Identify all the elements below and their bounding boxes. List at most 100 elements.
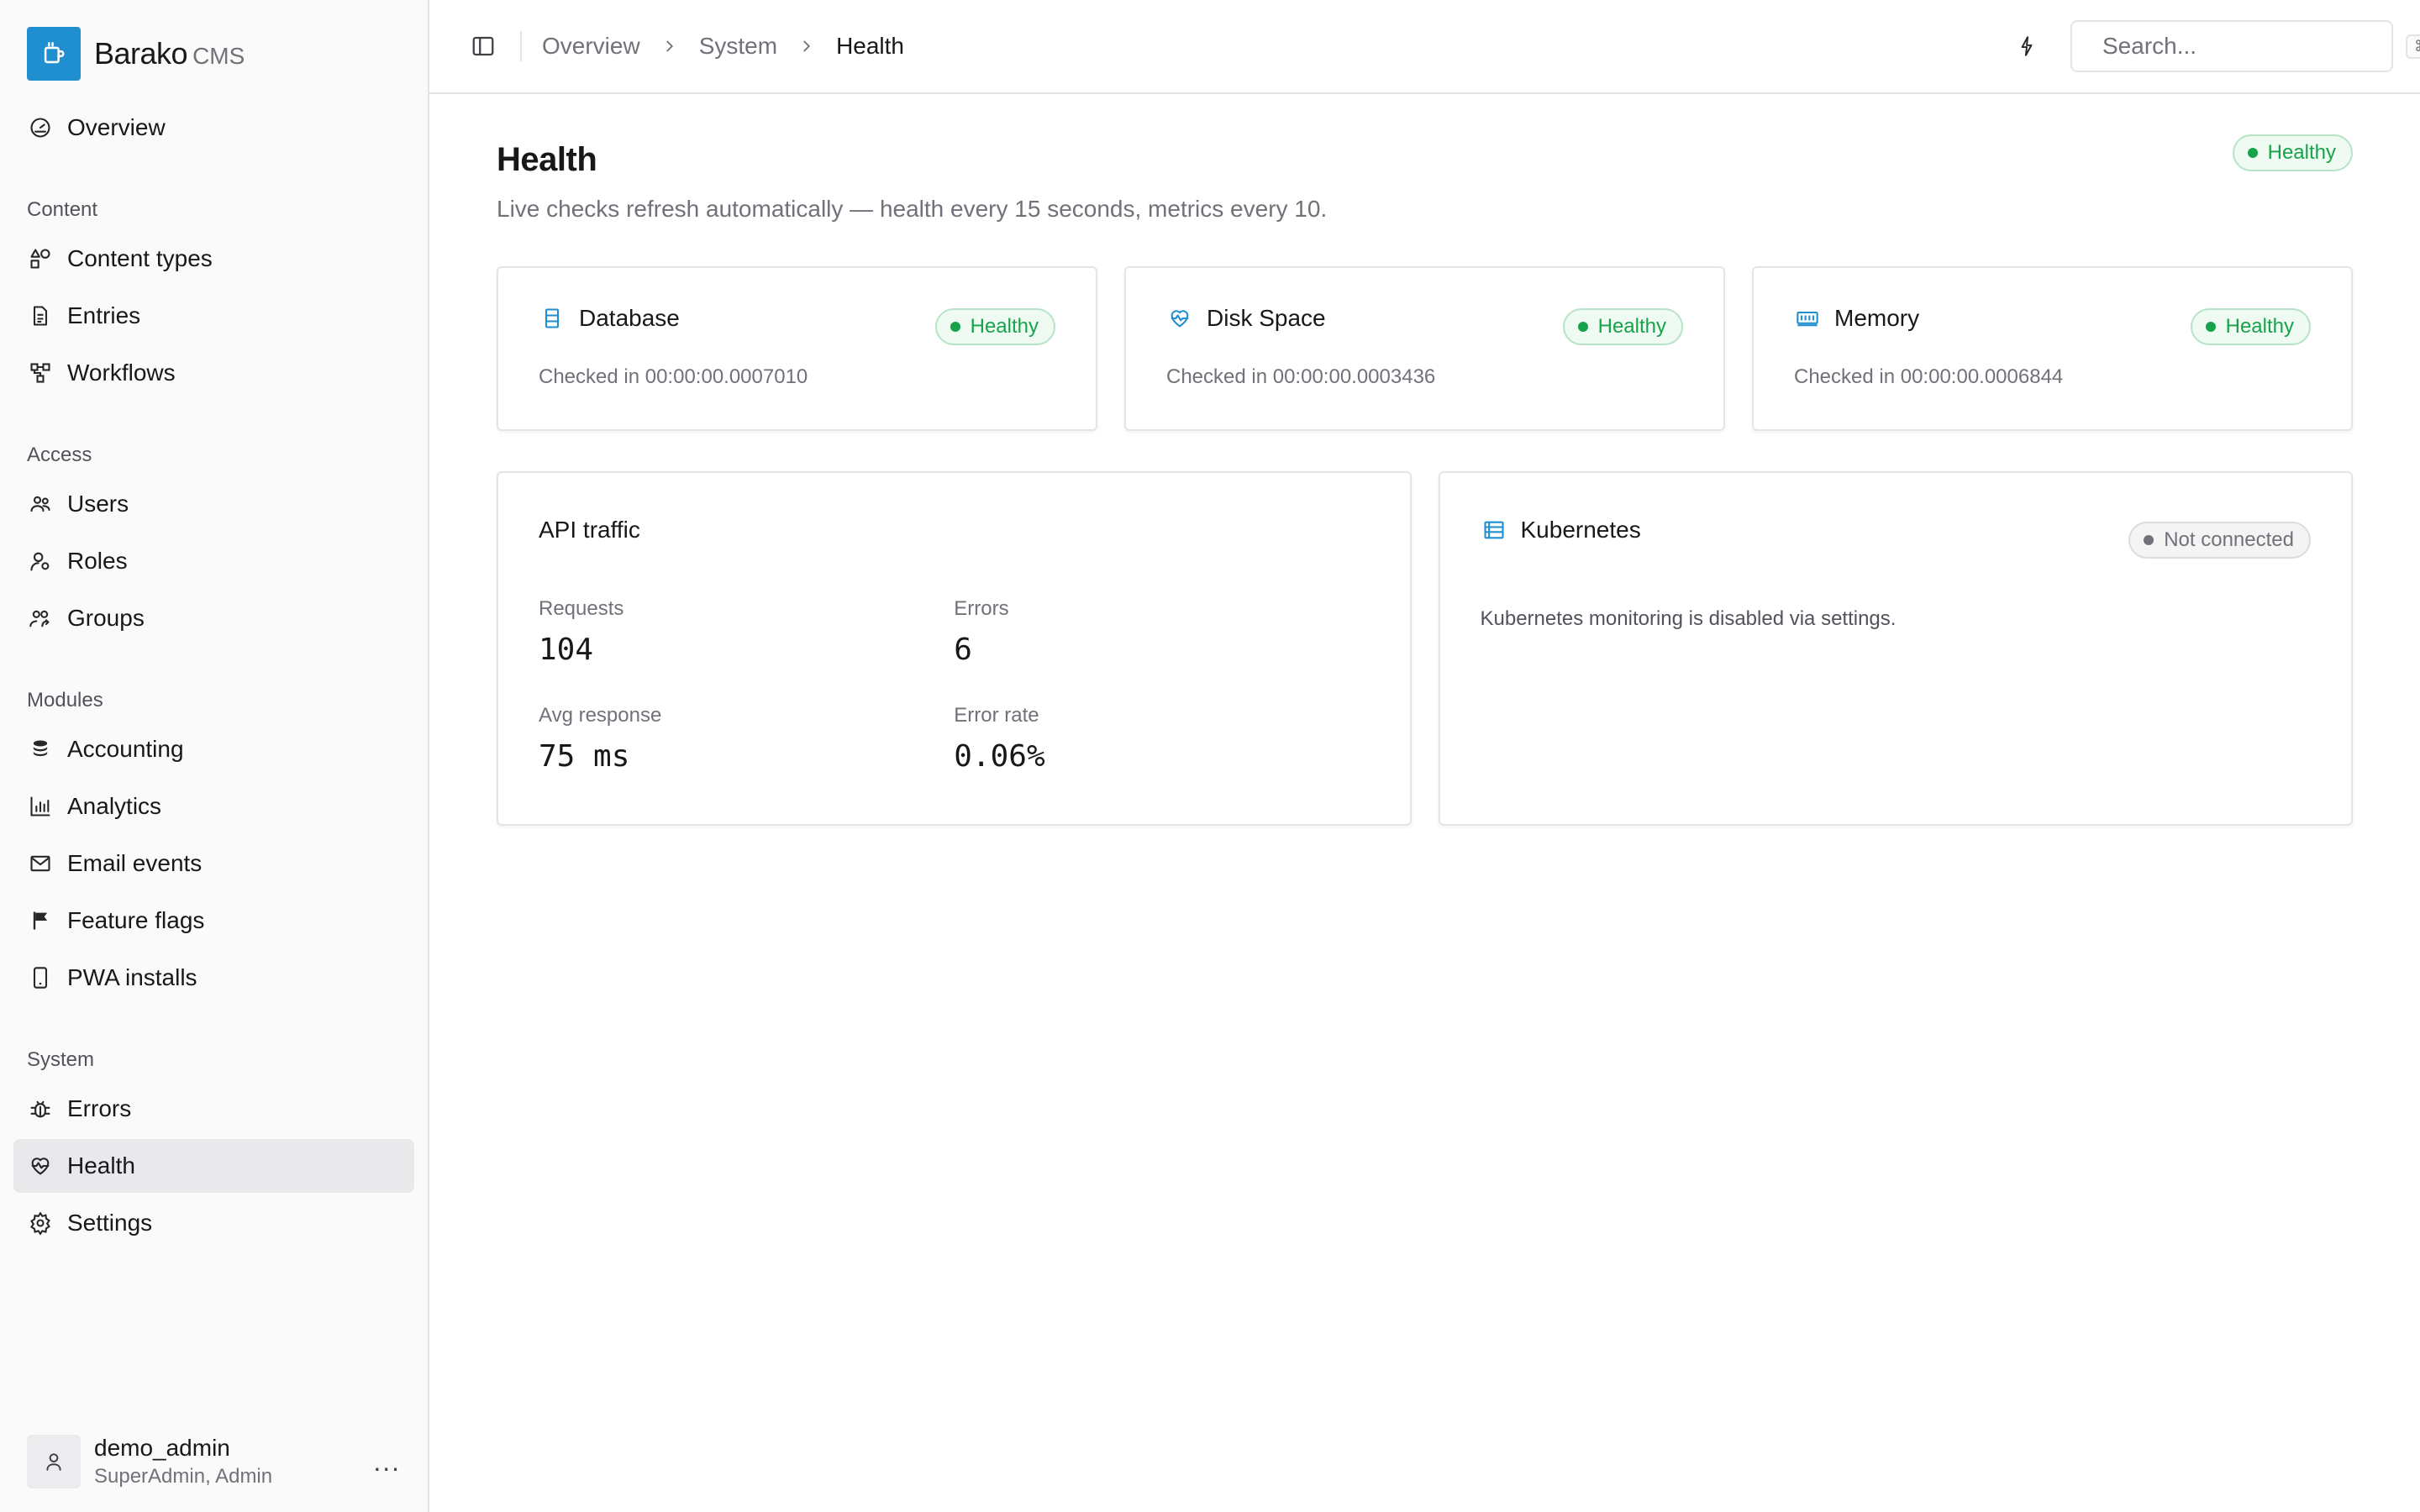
main: Overview System Health ⌘K Health Live ch… <box>429 0 2420 1512</box>
sidebar-item-health[interactable]: Health <box>13 1139 414 1193</box>
sidebar-item-feature-flags[interactable]: Feature flags <box>13 894 414 948</box>
nav-section-content: Content <box>27 198 98 221</box>
shortcut-badge: ⌘K <box>2406 34 2420 59</box>
nav-section-modules: Modules <box>27 689 103 711</box>
heart-pulse-icon <box>27 1152 54 1179</box>
mail-icon <box>27 850 54 877</box>
breadcrumb-overview[interactable]: Overview <box>542 33 640 60</box>
search-input[interactable] <box>2102 33 2406 60</box>
status-text: Healthy <box>970 315 1039 338</box>
lightning-icon <box>2021 36 2033 56</box>
sidebar-item-label: Overview <box>67 114 166 140</box>
sidebar-item-email-events[interactable]: Email events <box>13 837 414 890</box>
document-icon <box>27 302 54 329</box>
metric-error-rate: Error rate 0.06% <box>954 704 1369 774</box>
brand[interactable]: Barako CMS <box>27 27 428 81</box>
sidebar-item-label: Entries <box>67 302 141 328</box>
user-menu[interactable]: demo_admin SuperAdmin, Admin ... <box>27 1431 408 1492</box>
chevron-right-icon <box>797 37 816 55</box>
sidebar-nav: Overview Content Content types Entries W… <box>0 97 428 1253</box>
users-icon <box>27 491 54 517</box>
nav-section-system: System <box>27 1048 95 1071</box>
brand-name: Barako <box>94 36 188 71</box>
sidebar-item-errors[interactable]: Errors <box>13 1082 414 1136</box>
status-text: Healthy <box>2267 141 2336 164</box>
sidebar-item-label: Roles <box>67 548 128 574</box>
metric-value: 0.06% <box>954 739 1045 774</box>
sidebar-item-label: Workflows <box>67 360 176 386</box>
coins-icon <box>27 736 54 763</box>
status-text: Not connected <box>2164 528 2294 551</box>
gauge-icon <box>27 114 54 141</box>
workflow-icon <box>27 360 54 386</box>
check-card-database: Database Healthy Checked in 00:00:00.000… <box>497 266 1097 431</box>
sidebar-item-groups[interactable]: Groups <box>13 591 414 645</box>
sidebar-item-label: Feature flags <box>67 907 205 933</box>
sidebar-item-label: Email events <box>67 850 203 876</box>
page-subtitle: Live checks refresh automatically — heal… <box>497 196 1328 222</box>
status-badge: Healthy <box>2190 308 2311 345</box>
topbar: Overview System Health ⌘K <box>429 0 2420 94</box>
breadcrumb-system[interactable]: System <box>699 33 777 60</box>
database-icon <box>539 305 566 332</box>
check-card-disk-space: Disk Space Healthy Checked in 00:00:00.0… <box>1124 266 1725 431</box>
status-badge: Healthy <box>934 308 1055 345</box>
sidebar-item-roles[interactable]: Roles <box>13 534 414 588</box>
metric-errors: Errors 6 <box>954 597 1369 667</box>
page-title: Health <box>497 141 597 178</box>
search-box[interactable]: ⌘K <box>2070 20 2420 72</box>
metric-value: 104 <box>539 633 594 667</box>
sidebar-item-analytics[interactable]: Analytics <box>13 780 414 833</box>
sidebar-item-workflows[interactable]: Workflows <box>13 346 414 400</box>
sidebar-item-label: Accounting <box>67 736 184 762</box>
sidebar-item-label: Users <box>67 491 129 517</box>
gear-icon <box>27 1210 54 1236</box>
sidebar-toggle-button[interactable] <box>456 19 510 73</box>
groups-icon <box>27 605 54 632</box>
sidebar-item-settings[interactable]: Settings <box>13 1196 414 1250</box>
quick-actions-button[interactable] <box>2000 19 2054 73</box>
status-text: Healthy <box>2225 315 2294 338</box>
more-options-icon[interactable]: ... <box>373 1446 408 1478</box>
sidebar-item-content-types[interactable]: Content types <box>13 232 414 286</box>
checked-duration: Checked in 00:00:00.0007010 <box>539 365 808 388</box>
kubernetes-message: Kubernetes monitoring is disabled via se… <box>1480 607 1897 630</box>
sidebar-item-users[interactable]: Users <box>13 477 414 531</box>
sidebar-item-label: Content types <box>67 245 213 271</box>
sidebar-toggle-icon <box>472 36 494 56</box>
breadcrumb-health: Health <box>836 33 904 59</box>
status-dot <box>2144 535 2154 545</box>
user-name: demo_admin <box>94 1435 230 1461</box>
api-traffic-card: API traffic Requests 104 Errors 6 Avg re… <box>497 471 1412 826</box>
sidebar-item-label: PWA installs <box>67 964 197 990</box>
checked-duration: Checked in 00:00:00.0006844 <box>1794 365 2064 388</box>
memory-icon <box>1794 305 1821 332</box>
metric-requests: Requests 104 <box>539 597 954 667</box>
server-rack-icon <box>1481 517 1507 543</box>
sidebar: Barako CMS Overview Content Content type… <box>0 0 429 1512</box>
sidebar-item-accounting[interactable]: Accounting <box>13 722 414 776</box>
heart-pulse-icon <box>1166 305 1193 332</box>
metrics-grid: Requests 104 Errors 6 Avg response 75 ms… <box>539 597 1370 774</box>
brand-sub: CMS <box>192 43 245 69</box>
metric-avg-response: Avg response 75 ms <box>539 704 954 774</box>
sidebar-item-label: Analytics <box>67 793 162 819</box>
health-checks: Database Healthy Checked in 00:00:00.000… <box>497 266 2353 431</box>
sidebar-item-entries[interactable]: Entries <box>13 289 414 343</box>
divider <box>520 31 522 61</box>
sidebar-item-overview[interactable]: Overview <box>13 101 414 155</box>
sidebar-item-label: Settings <box>67 1210 153 1236</box>
status-dot <box>950 322 960 332</box>
status-text: Healthy <box>1597 315 1666 338</box>
smartphone-icon <box>27 964 54 991</box>
metric-label: Avg response <box>539 704 662 727</box>
card-title: Database <box>579 305 680 331</box>
metric-label: Requests <box>539 597 624 620</box>
sidebar-item-pwa-installs[interactable]: PWA installs <box>13 951 414 1005</box>
avatar <box>27 1435 81 1488</box>
status-dot <box>1577 322 1588 332</box>
roles-icon <box>27 548 54 575</box>
page-content: Health Live checks refresh automatically… <box>429 94 2420 826</box>
status-dot <box>2247 148 2258 158</box>
metric-label: Errors <box>954 597 1009 620</box>
